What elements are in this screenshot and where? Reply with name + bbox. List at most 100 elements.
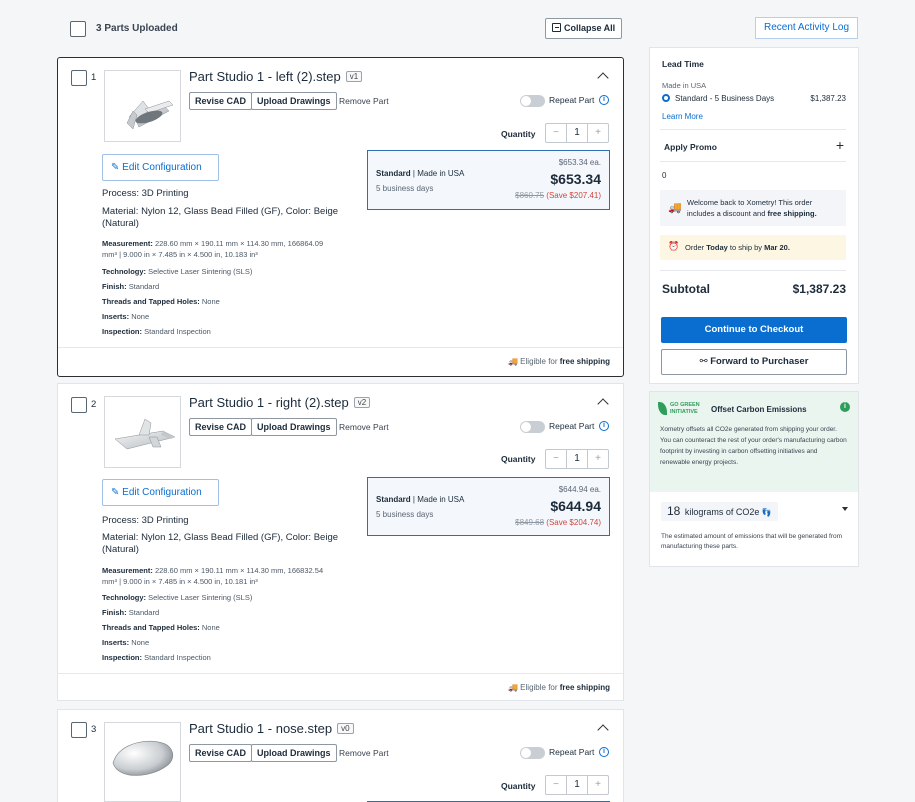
price-each: $653.34 ea. — [558, 158, 601, 167]
price-origin: Made in USA — [417, 169, 465, 178]
quantity-label: Quantity — [501, 454, 536, 464]
divider — [58, 673, 623, 674]
upload-drawings-button[interactable]: Upload Drawings — [251, 92, 337, 110]
info-icon[interactable]: i — [840, 402, 850, 412]
price-days: 5 business days — [376, 184, 434, 193]
price-original: $860.75 — [515, 191, 545, 200]
version-badge: v2 — [353, 397, 371, 408]
forward-to-purchaser-button[interactable]: ⚯ Forward to Purchaser — [661, 349, 847, 375]
repeat-part-toggle[interactable] — [520, 95, 545, 107]
go-green-panel: GO GREEN INITIATIVE Offset Carbon Emissio… — [649, 391, 859, 567]
learn-more-link[interactable]: Learn More — [662, 112, 703, 121]
lead-time-option-price: $1,387.23 — [810, 94, 846, 103]
minus-icon[interactable]: − — [546, 450, 566, 468]
part-name[interactable]: Part Studio 1 - nose.step v0 — [189, 721, 354, 736]
price-option-selected[interactable]: Standard | Made in USA 5 business days $… — [367, 150, 610, 210]
pencil-icon: ✎ — [111, 487, 120, 498]
collapse-chevron-icon[interactable] — [597, 724, 609, 736]
chevron-down-icon[interactable] — [842, 507, 848, 511]
collapse-chevron-icon[interactable] — [597, 398, 609, 410]
plus-icon[interactable]: + — [588, 450, 608, 468]
collapse-icon — [552, 23, 561, 32]
go-green-logo: GO GREEN INITIATIVE — [670, 402, 700, 415]
remove-part-link[interactable]: Remove Part — [339, 748, 389, 758]
collapse-all-button[interactable]: Collapse All — [545, 18, 623, 39]
part-checkbox[interactable] — [71, 70, 87, 86]
plus-icon[interactable]: + — [836, 137, 844, 153]
price-option-selected[interactable]: Standard | Made in USA 5 business days $… — [367, 477, 610, 536]
inserts-text: Inserts: None — [102, 638, 150, 647]
divider — [58, 347, 623, 348]
part-card-3: 3 Part Studio 1 - nose.step v0 Revise CAD… — [57, 709, 624, 802]
repeat-part-toggle[interactable] — [520, 421, 545, 433]
part-index: 3 — [91, 724, 97, 735]
plus-icon[interactable]: + — [588, 124, 608, 142]
lead-time-radio[interactable] — [662, 94, 670, 102]
price-original: $849.68 — [515, 518, 545, 527]
minus-icon[interactable]: − — [546, 776, 566, 794]
remove-part-link[interactable]: Remove Part — [339, 422, 389, 432]
part-thumbnail[interactable] — [104, 396, 181, 468]
order-summary-panel: Lead Time Made in USA Standard - 5 Busin… — [649, 47, 859, 384]
version-badge: v0 — [337, 723, 354, 734]
subtotal-value: $1,387.23 — [792, 282, 846, 296]
technology-text: Technology: Selective Laser Sintering (S… — [102, 267, 253, 276]
quantity-input[interactable]: 1 — [566, 124, 588, 142]
upload-drawings-button[interactable]: Upload Drawings — [251, 744, 337, 762]
part-name[interactable]: Part Studio 1 - right (2).step v2 — [189, 395, 371, 410]
lead-time-title: Lead Time — [662, 59, 704, 69]
repeat-part-label: Repeat Part — [549, 421, 595, 431]
quantity-label: Quantity — [501, 781, 536, 791]
quantity-stepper[interactable]: − 1 + — [545, 775, 609, 795]
minus-icon[interactable]: − — [546, 124, 566, 142]
quantity-input[interactable]: 1 — [566, 450, 588, 468]
part-checkbox[interactable] — [71, 722, 87, 738]
clock-icon: ⏰ — [668, 241, 680, 251]
leaf-icon — [658, 402, 667, 415]
info-icon[interactable]: i — [599, 421, 609, 431]
parts-uploaded-count: 3 Parts Uploaded — [96, 23, 178, 34]
truck-icon: 🚚 — [507, 683, 518, 692]
edit-configuration-button[interactable]: ✎ Edit Configuration — [102, 479, 219, 506]
part-card-2: 2 Part Studio 1 - right (2).step v2 Revis… — [57, 383, 624, 701]
part-thumbnail[interactable] — [104, 722, 181, 802]
revise-cad-button[interactable]: Revise CAD — [189, 92, 253, 110]
info-icon[interactable]: i — [599, 747, 609, 757]
revise-cad-button[interactable]: Revise CAD — [189, 418, 253, 436]
recent-activity-log-button[interactable]: Recent Activity Log — [755, 17, 858, 39]
quantity-input[interactable]: 1 — [566, 776, 588, 794]
repeat-part-toggle[interactable] — [520, 747, 545, 759]
continue-to-checkout-button[interactable]: Continue to Checkout — [661, 317, 847, 343]
offset-title: Offset Carbon Emissions — [711, 405, 807, 414]
footprint-icon: 👣 — [761, 508, 772, 517]
part-checkbox[interactable] — [71, 397, 87, 413]
divider — [660, 270, 846, 271]
part-nose-image — [112, 740, 174, 776]
part-thumbnail[interactable] — [104, 70, 181, 142]
offset-description: Xometry offsets all CO2e generated from … — [660, 426, 847, 466]
part-name[interactable]: Part Studio 1 - left (2).step v1 — [189, 69, 363, 84]
promo-value: 0 — [662, 171, 667, 180]
part-left-wing-image — [126, 100, 174, 130]
inserts-text: Inserts: None — [102, 312, 150, 321]
material-text: Material: Nylon 12, Glass Bead Filled (G… — [102, 532, 339, 555]
collapse-chevron-icon[interactable] — [597, 72, 609, 84]
revise-cad-button[interactable]: Revise CAD — [189, 744, 253, 762]
edit-configuration-button[interactable]: ✎ Edit Configuration — [102, 154, 219, 181]
price-origin: Made in USA — [417, 495, 465, 504]
quantity-stepper[interactable]: − 1 + — [545, 449, 609, 469]
pencil-icon: ✎ — [111, 162, 120, 173]
quantity-stepper[interactable]: − 1 + — [545, 123, 609, 143]
select-all-checkbox[interactable] — [70, 21, 86, 37]
threads-text: Threads and Tapped Holes: None — [102, 297, 220, 306]
remove-part-link[interactable]: Remove Part — [339, 96, 389, 106]
price-tier: Standard — [376, 169, 411, 178]
apply-promo-label[interactable]: Apply Promo — [664, 142, 717, 152]
lead-time-option-label[interactable]: Standard - 5 Business Days — [675, 94, 774, 103]
info-icon[interactable]: i — [599, 95, 609, 105]
free-shipping-note: 🚚 Eligible for free shipping — [507, 357, 610, 366]
upload-drawings-button[interactable]: Upload Drawings — [251, 418, 337, 436]
price-total: $644.94 — [550, 498, 601, 514]
share-icon: ⚯ — [699, 356, 708, 367]
plus-icon[interactable]: + — [588, 776, 608, 794]
